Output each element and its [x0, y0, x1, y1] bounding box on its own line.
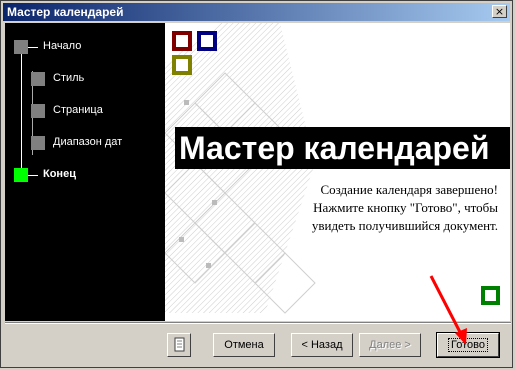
decorative-background — [165, 23, 316, 314]
message-line: Создание календаря завершено! — [320, 182, 498, 197]
step-marker-date-range — [31, 136, 45, 150]
help-icon — [174, 337, 185, 352]
step-label-start[interactable]: Начало — [43, 40, 81, 52]
decorative-square-green — [481, 286, 500, 305]
tree-connector — [28, 175, 38, 176]
close-button[interactable]: × — [492, 5, 507, 18]
completion-message: Создание календаря завершено! Нажмите кн… — [248, 181, 498, 235]
decorative-square-red — [172, 31, 192, 51]
back-button[interactable]: < Назад — [291, 333, 353, 357]
next-button-label: Далее > — [369, 339, 411, 351]
wizard-heading: Мастер календарей — [175, 127, 510, 169]
decorative-square-olive — [172, 55, 192, 75]
back-button-label: < Назад — [301, 339, 343, 351]
title-bar[interactable]: Мастер календарей × — [3, 3, 510, 21]
step-marker-style — [31, 72, 45, 86]
step-label-style[interactable]: Стиль — [53, 72, 84, 84]
window-title: Мастер календарей — [7, 5, 124, 19]
step-label-page[interactable]: Страница — [53, 104, 103, 116]
step-label-end[interactable]: Конец — [43, 168, 76, 180]
finish-button-label: Готово — [448, 338, 488, 352]
step-marker-start — [14, 40, 28, 54]
wizard-content-panel: Мастер календарей Создание календаря зав… — [165, 23, 510, 321]
decorative-square-blue — [197, 31, 217, 51]
next-button[interactable]: Далее > — [359, 333, 421, 357]
message-line: Нажмите кнопку "Готово", чтобы — [313, 200, 498, 215]
message-line: увидеть получившийся документ. — [311, 218, 498, 233]
finish-button[interactable]: Готово — [436, 332, 500, 358]
wizard-steps-sidebar: Начало Стиль Страница Диапазон дат Конец — [5, 23, 165, 321]
help-button[interactable] — [167, 333, 191, 357]
tree-line — [21, 49, 22, 171]
close-icon: × — [494, 5, 505, 18]
footer-divider — [5, 322, 511, 324]
step-label-date-range[interactable]: Диапазон дат — [53, 136, 122, 148]
cancel-button[interactable]: Отмена — [213, 333, 275, 357]
tree-connector — [28, 47, 38, 48]
calendar-wizard-window: Мастер календарей × Начало Стиль Страниц… — [0, 0, 513, 368]
step-marker-end — [14, 168, 28, 182]
step-marker-page — [31, 104, 45, 118]
cancel-button-label: Отмена — [224, 339, 264, 351]
